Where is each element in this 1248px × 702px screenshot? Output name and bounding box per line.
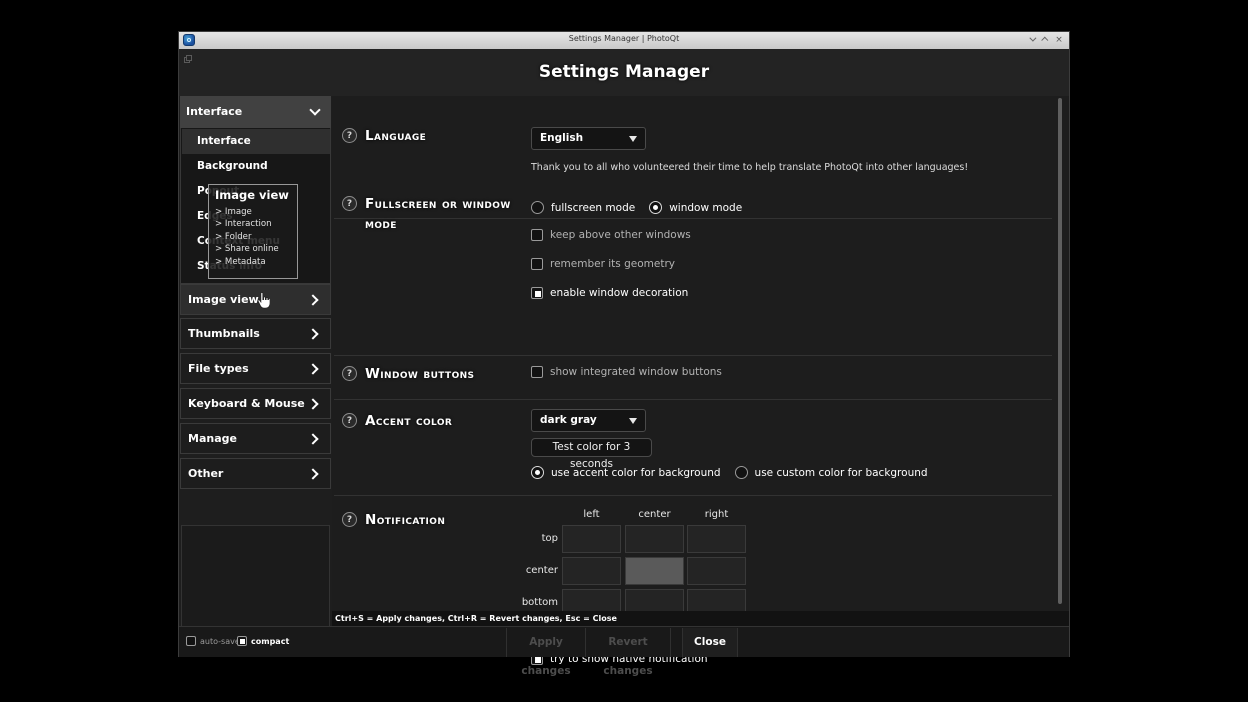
section-title-fullscreen: Fullscreen or window mode <box>365 194 535 234</box>
sidebar-category-label: File types <box>188 362 249 375</box>
section-title-language: Language <box>365 126 426 146</box>
settings-window: Settings Manager | PhotoQt × Settings Ma… <box>178 31 1070 657</box>
footer-bar: auto-save compact Apply changes Revert c… <box>179 626 1069 657</box>
sidebar-category-other[interactable]: Other <box>180 458 331 489</box>
custom-background-label: use custom color for background <box>755 467 928 479</box>
notify-pos-top-left[interactable] <box>562 525 621 553</box>
sidebar-category-label: Keyboard & Mouse <box>188 397 305 410</box>
dropdown-arrow-icon <box>629 136 637 142</box>
tooltip-item: > Folder <box>215 231 297 243</box>
tooltip-item: > Interaction <box>215 218 297 230</box>
tooltip-item: > Share online <box>215 243 297 255</box>
remember-geometry-checkbox[interactable] <box>531 258 543 270</box>
custom-background-radio[interactable] <box>735 466 748 479</box>
notify-pos-center-center[interactable] <box>625 557 684 585</box>
sidebar-category-interface[interactable]: Interface <box>180 96 331 128</box>
compact-label: compact <box>251 637 289 646</box>
help-icon[interactable]: ? <box>342 196 357 211</box>
notify-pos-top-center[interactable] <box>625 525 684 553</box>
maximize-button[interactable] <box>1039 35 1051 46</box>
sidebar-category-label: Other <box>188 467 223 480</box>
window-title: Settings Manager | PhotoQt <box>179 34 1069 43</box>
window-mode-radio[interactable] <box>649 201 662 214</box>
chevron-down-icon <box>309 104 320 115</box>
language-dropdown-value: English <box>540 132 583 144</box>
header: Settings Manager <box>179 49 1069 96</box>
sidebar: Interface Interface Background Popout Ed… <box>180 96 331 626</box>
notify-pos-center-right[interactable] <box>687 557 746 585</box>
shortcut-hint-text: Ctrl+S = Apply changes, Ctrl+R = Revert … <box>335 614 617 623</box>
sidebar-category-label: Manage <box>188 432 237 445</box>
apply-changes-button[interactable]: Apply changes <box>506 628 586 657</box>
auto-save-label: auto-save <box>200 637 240 646</box>
integrated-window-buttons-label: show integrated window buttons <box>550 366 722 378</box>
tooltip-item: > Image <box>215 206 297 218</box>
fullscreen-mode-radio[interactable] <box>531 201 544 214</box>
section-title-notification: Notification <box>365 510 445 530</box>
accent-color-dropdown-value: dark gray <box>540 414 597 426</box>
integrated-window-buttons-checkbox[interactable] <box>531 366 543 378</box>
fullscreen-mode-label: fullscreen mode <box>551 202 635 214</box>
auto-save-checkbox[interactable] <box>186 636 196 646</box>
sidebar-category-label: Interface <box>186 105 242 118</box>
minimize-button[interactable] <box>1025 35 1037 46</box>
shortcut-hint-bar: Ctrl+S = Apply changes, Ctrl+R = Revert … <box>332 611 1069 626</box>
chevron-right-icon <box>307 468 318 479</box>
sidebar-item-interface[interactable]: Interface <box>182 129 330 154</box>
notify-pos-center-left[interactable] <box>562 557 621 585</box>
grid-col-right: right <box>687 509 746 520</box>
keep-above-label: keep above other windows <box>550 229 691 241</box>
main-panel: ? Language English Thank you to all who … <box>332 96 1069 626</box>
sidebar-category-file-types[interactable]: File types <box>180 353 331 384</box>
help-icon[interactable]: ? <box>342 128 357 143</box>
chevron-right-icon <box>307 398 318 409</box>
keep-above-checkbox[interactable] <box>531 229 543 241</box>
language-note: Thank you to all who volunteered their t… <box>531 162 968 173</box>
window-decoration-checkbox[interactable] <box>531 287 543 299</box>
grid-row-top: top <box>503 533 558 544</box>
help-icon[interactable]: ? <box>342 413 357 428</box>
close-window-button[interactable]: × <box>1053 35 1065 46</box>
vertical-scrollbar[interactable] <box>1058 98 1062 604</box>
desktop: Settings Manager | PhotoQt × Settings Ma… <box>0 0 1248 702</box>
accent-background-label: use accent color for background <box>551 467 721 479</box>
page-title: Settings Manager <box>179 62 1069 82</box>
section-title-accent-color: Accent color <box>365 411 452 431</box>
chevron-right-icon <box>307 363 318 374</box>
sidebar-item-background[interactable]: Background <box>182 154 330 179</box>
close-button[interactable]: Close <box>682 628 738 657</box>
dropdown-arrow-icon <box>629 418 637 424</box>
tooltip-title: Image view <box>215 188 297 202</box>
revert-changes-button[interactable]: Revert changes <box>585 628 671 657</box>
sidebar-empty-panel <box>181 525 330 629</box>
sidebar-category-manage[interactable]: Manage <box>180 423 331 454</box>
chevron-right-icon <box>307 433 318 444</box>
chevron-right-icon <box>307 294 318 305</box>
section-title-window-buttons: Window buttons <box>365 364 474 384</box>
hand-cursor-icon <box>256 292 270 309</box>
grid-col-left: left <box>562 509 621 520</box>
sidebar-category-label: Thumbnails <box>188 327 260 340</box>
notify-pos-top-right[interactable] <box>687 525 746 553</box>
chevron-right-icon <box>307 328 318 339</box>
tooltip-item: > Metadata <box>215 256 297 268</box>
grid-col-center: center <box>625 509 684 520</box>
compact-checkbox[interactable] <box>237 636 247 646</box>
sidebar-category-keyboard-mouse[interactable]: Keyboard & Mouse <box>180 388 331 419</box>
sidebar-category-thumbnails[interactable]: Thumbnails <box>180 318 331 349</box>
accent-color-dropdown[interactable]: dark gray <box>531 409 646 432</box>
sidebar-category-label: Image view <box>188 293 259 306</box>
language-dropdown[interactable]: English <box>531 127 646 150</box>
help-icon[interactable]: ? <box>342 366 357 381</box>
image-view-tooltip: Image view > Image > Interaction > Folde… <box>208 184 298 279</box>
window-mode-label: window mode <box>669 202 742 214</box>
accent-background-radio[interactable] <box>531 466 544 479</box>
remember-geometry-label: remember its geometry <box>550 258 675 270</box>
grid-row-center: center <box>503 565 558 576</box>
help-icon[interactable]: ? <box>342 512 357 527</box>
grid-row-bottom: bottom <box>503 597 558 608</box>
test-color-button[interactable]: Test color for 3 seconds <box>531 438 652 457</box>
titlebar[interactable]: Settings Manager | PhotoQt × <box>179 32 1069 49</box>
window-decoration-label: enable window decoration <box>550 287 688 299</box>
